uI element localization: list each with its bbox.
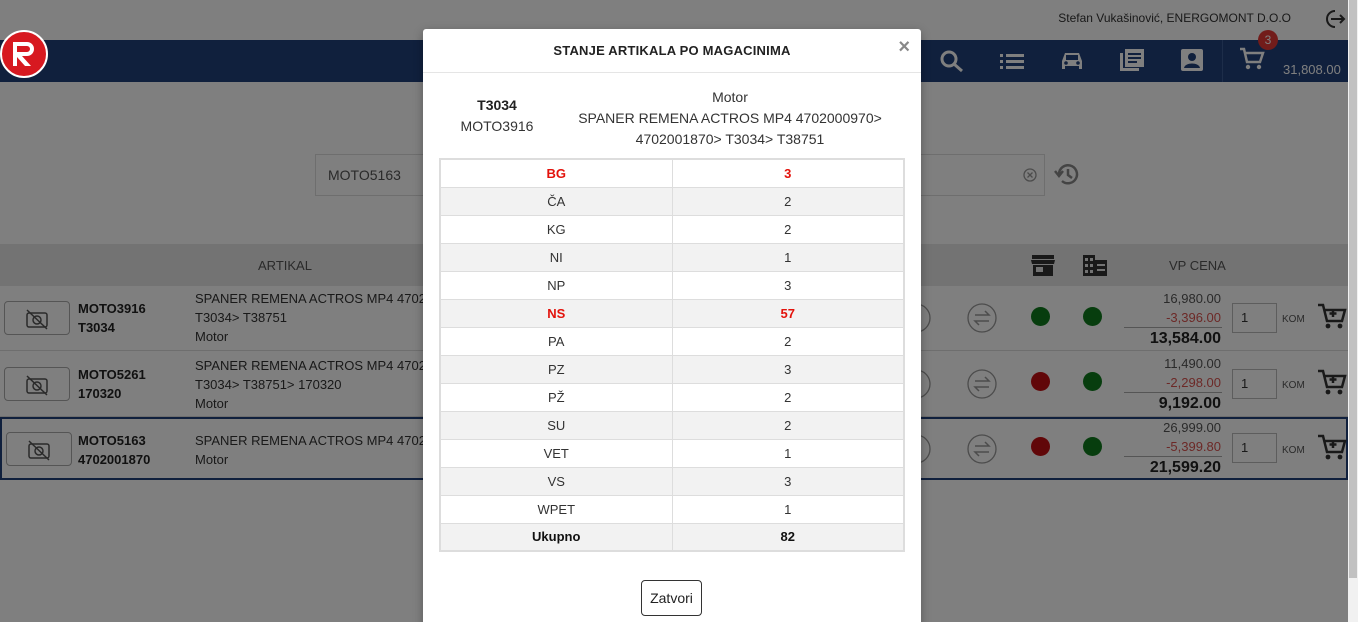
warehouse-qty: 3 [671,466,905,496]
stock-row: NP 3 [439,270,905,300]
item-description: Motor SPANER REMENA ACTROS MP4 470200097… [573,87,887,150]
total-label: Ukupno [439,522,673,552]
stock-row: VS 3 [439,466,905,496]
warehouse-qty: 2 [671,214,905,244]
warehouse-name: NS [439,298,673,328]
warehouse-qty: 3 [671,158,905,188]
warehouse-name: KG [439,214,673,244]
warehouse-name: VET [439,438,673,468]
stock-row: NI 1 [439,242,905,272]
warehouse-qty: 3 [671,270,905,300]
total-value: 82 [671,522,905,552]
warehouse-name: PA [439,326,673,356]
stock-row: WPET 1 [439,494,905,524]
warehouse-qty: 2 [671,326,905,356]
stock-row: KG 2 [439,214,905,244]
stock-row: PŽ 2 [439,382,905,412]
scrollbar-thumb[interactable] [1349,0,1357,578]
item-desc-line-1: SPANER REMENA ACTROS MP4 4702000970> [578,110,882,126]
modal-header: STANJE ARTIKALA PO MAGACINIMA × [423,29,921,73]
warehouse-name: NP [439,270,673,300]
scrollbar[interactable] [1348,0,1358,622]
item-group: Motor [712,89,748,105]
stock-row: ČA 2 [439,186,905,216]
stock-row: PZ 3 [439,354,905,384]
stock-row: BG 3 [439,158,905,188]
stock-row: SU 2 [439,410,905,440]
warehouse-qty: 1 [671,494,905,524]
warehouse-name: WPET [439,494,673,524]
item-sub-code: MOTO3916 [460,118,534,134]
warehouse-name: PZ [439,354,673,384]
item-desc-line-2: 4702001870> T3034> T38751 [635,131,825,147]
warehouse-name: PŽ [439,382,673,412]
item-code: T3034 [477,97,517,113]
warehouse-name: VS [439,466,673,496]
stock-table: BG 3 ČA 2 KG 2 NI 1 NP 3 NS 57 PA 2 PZ 3 PŽ 2 SU 2… [439,158,905,552]
item-codes: T3034 MOTO3916 [447,97,547,134]
warehouse-name: NI [439,242,673,272]
warehouse-qty: 2 [671,186,905,216]
stock-row: VET 1 [439,438,905,468]
warehouse-name: SU [439,410,673,440]
stock-row: PA 2 [439,326,905,356]
warehouse-name: ČA [439,186,673,216]
stock-total-row: Ukupno 82 [439,522,905,552]
logo[interactable] [0,30,48,78]
close-button[interactable]: Zatvori [641,580,702,616]
warehouse-qty: 1 [671,242,905,272]
modal-title: STANJE ARTIKALA PO MAGACINIMA [553,43,791,58]
stock-row: NS 57 [439,298,905,328]
warehouse-name: BG [439,158,673,188]
close-icon[interactable]: × [898,37,910,57]
warehouse-qty: 57 [671,298,905,328]
warehouse-qty: 1 [671,438,905,468]
warehouse-qty: 2 [671,410,905,440]
warehouse-qty: 3 [671,354,905,384]
stock-modal: STANJE ARTIKALA PO MAGACINIMA × T3034 MO… [423,29,921,622]
warehouse-qty: 2 [671,382,905,412]
